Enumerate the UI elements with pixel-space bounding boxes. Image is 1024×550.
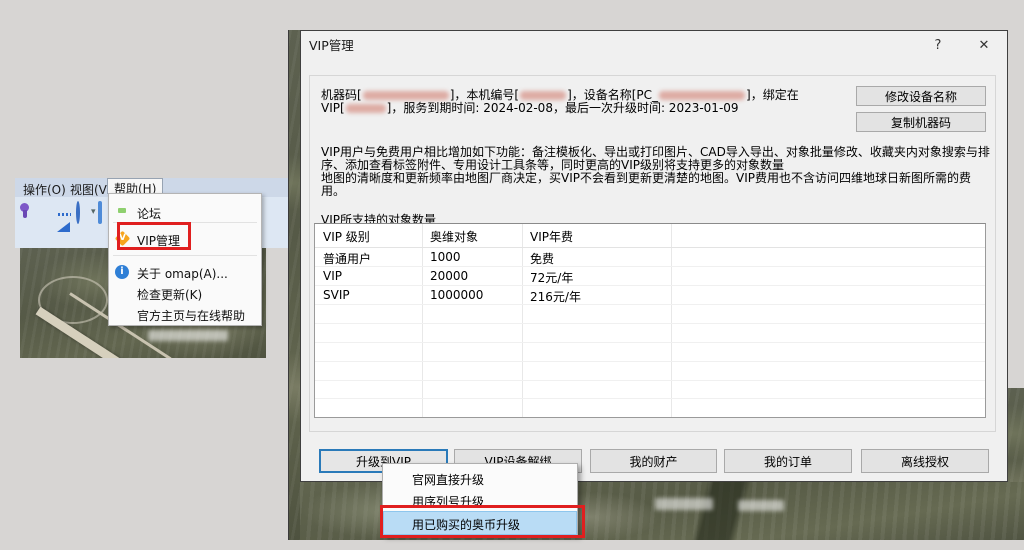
signature-ramp-icon[interactable] (57, 203, 70, 222)
col-header-fee: VIP年费 (530, 228, 573, 245)
map-label-blur (148, 330, 228, 341)
vip-tier-table: VIP 级别 奥维对象 VIP年费 普通用户 1000 免费 VIP 20000… (314, 223, 986, 418)
menu-item-about[interactable]: i 关于 omap(A)... (110, 262, 260, 282)
popup-item-official-site-upgrade[interactable]: 官网直接升级 (384, 467, 576, 489)
menu-item-check-update[interactable]: 检查更新(K) (110, 283, 260, 303)
copy-machine-code-button[interactable]: 复制机器码 (856, 112, 986, 132)
annotation-box-vip-management (117, 222, 191, 250)
offline-authorization-button[interactable]: 离线授权 (861, 449, 989, 473)
vip-management-dialog: VIP管理 ? ✕ 机器码[]，本机编号[]，设备名称[PC_]，绑定在 VIP… (300, 30, 1008, 482)
table-header-row: VIP 级别 奥维对象 VIP年费 (315, 224, 985, 248)
empty-table-row (315, 324, 985, 343)
dialog-title: VIP管理 (309, 39, 354, 53)
map-town-label-blur (655, 498, 713, 510)
info-icon: i (115, 265, 129, 279)
table-row[interactable]: SVIP 1000000 216元/年 (315, 286, 985, 305)
dropdown-caret-icon[interactable]: ▾ (91, 207, 96, 217)
empty-table-row (315, 399, 985, 416)
clock-shield-icon[interactable] (76, 203, 80, 222)
my-orders-button[interactable]: 我的订单 (724, 449, 852, 473)
satellite-map-left-strip (288, 30, 300, 540)
my-assets-button[interactable]: 我的财产 (590, 449, 717, 473)
empty-table-row (315, 362, 985, 381)
table-row[interactable]: VIP 20000 72元/年 (315, 267, 985, 286)
col-header-level: VIP 级别 (323, 228, 370, 245)
menu-item-forum[interactable]: 论坛 (110, 202, 260, 222)
redacted-vip-id (346, 104, 386, 113)
col-header-objects: 奥维对象 (430, 228, 478, 245)
empty-table-row (315, 381, 985, 399)
map-town-label-blur (738, 500, 784, 511)
vip-description-line: 用。 (321, 182, 345, 199)
annotation-box-coin-upgrade (380, 505, 585, 538)
rename-device-button[interactable]: 修改设备名称 (856, 86, 986, 106)
dialog-close-button[interactable]: ✕ (973, 36, 995, 56)
table-row[interactable]: 普通用户 1000 免费 (315, 248, 985, 267)
dialog-help-button[interactable]: ? (927, 36, 949, 56)
empty-table-row (315, 305, 985, 324)
partial-toolbar-icon[interactable] (98, 203, 102, 222)
empty-table-row (315, 343, 985, 362)
machine-info-line2: VIP[]，服务到期时间: 2024-02-08，最后一次升级时间: 2023-… (321, 99, 739, 116)
vip-description-line: 地图的清晰度和更新频率由地图厂商决定，买VIP不会看到更新更清楚的地图。VIP费… (321, 169, 971, 186)
help-dropdown-menu: 论坛 V VIP管理 i 关于 omap(A)... 检查更新(K) 官方主页与… (108, 193, 262, 326)
menu-help[interactable]: 帮助(H) (107, 178, 163, 194)
menu-item-official-homepage[interactable]: 官方主页与在线帮助 (110, 304, 260, 324)
